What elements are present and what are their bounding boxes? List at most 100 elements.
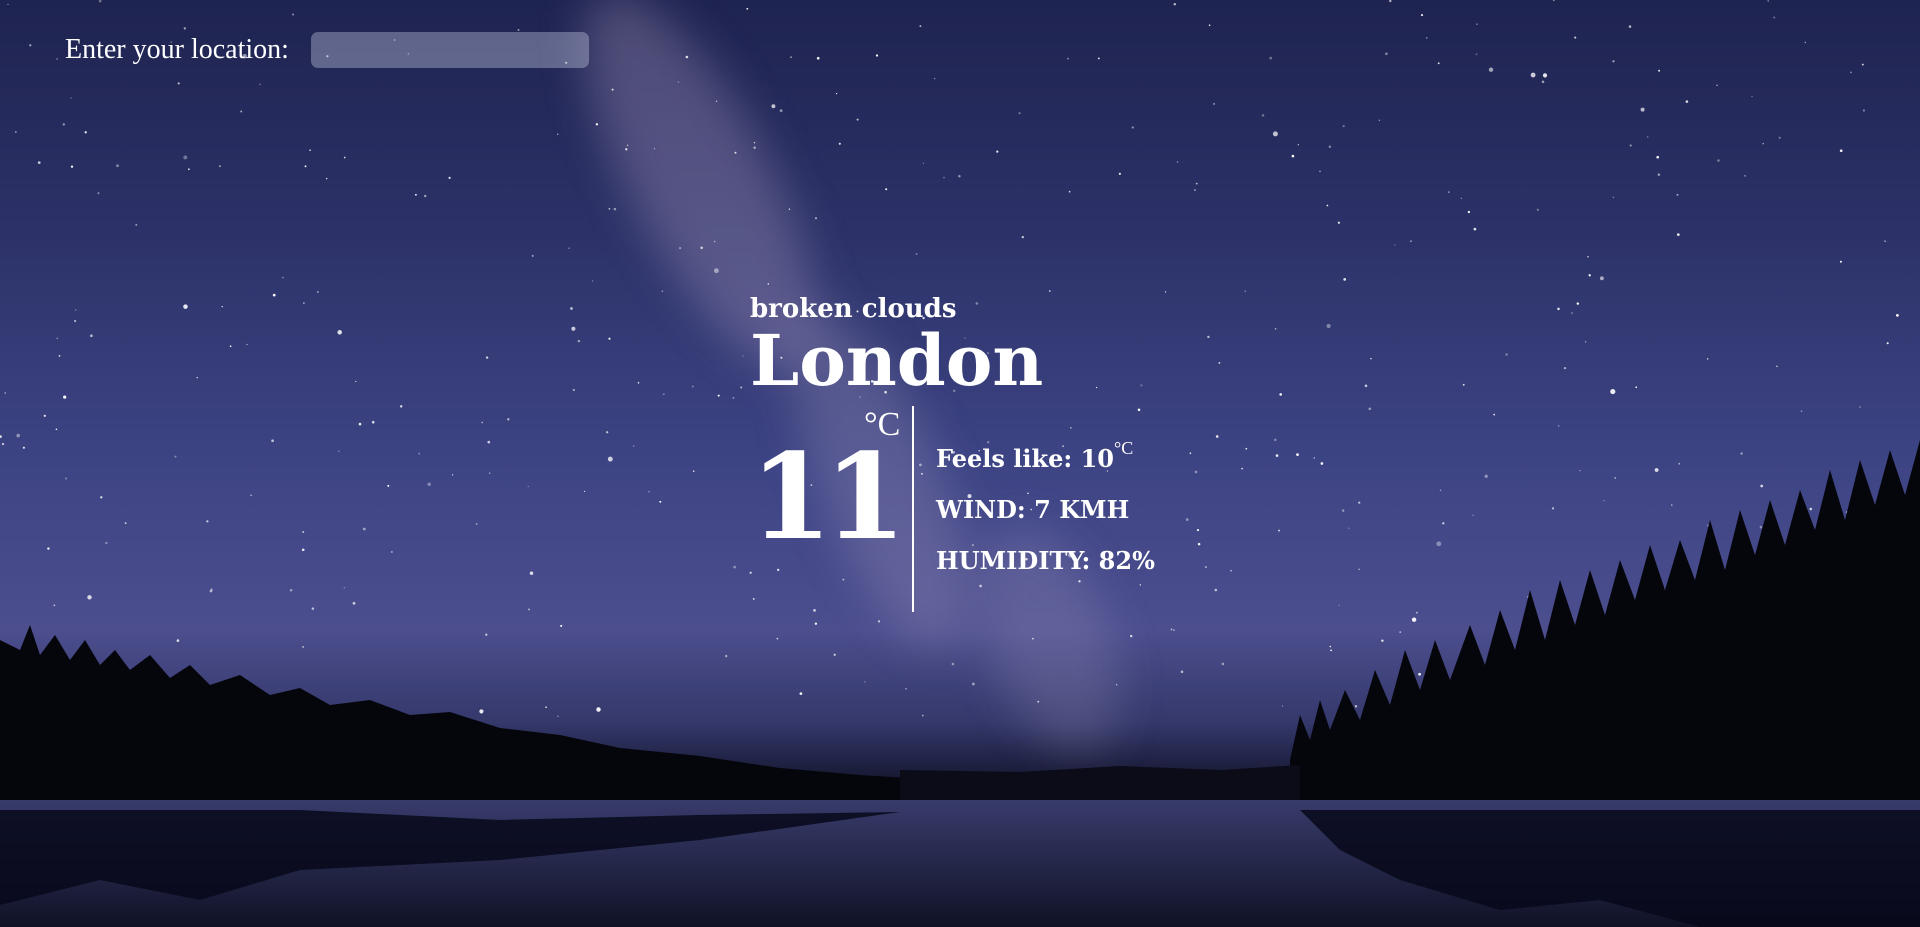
star xyxy=(1447,191,1450,193)
star xyxy=(1571,312,1573,314)
star xyxy=(196,376,198,379)
star xyxy=(87,595,92,600)
star xyxy=(116,164,119,168)
star xyxy=(1018,112,1021,115)
star xyxy=(653,147,656,150)
star xyxy=(753,146,756,149)
star xyxy=(1425,37,1428,39)
star xyxy=(1896,314,1899,317)
star xyxy=(479,709,484,714)
star xyxy=(996,150,999,153)
star xyxy=(1173,2,1177,6)
star xyxy=(972,682,975,686)
star xyxy=(607,456,613,462)
star xyxy=(1558,425,1560,427)
star xyxy=(1656,155,1660,159)
star xyxy=(1068,190,1071,193)
star xyxy=(1436,541,1442,547)
star xyxy=(678,246,682,250)
star xyxy=(176,639,180,642)
star xyxy=(1530,72,1536,78)
star xyxy=(358,422,362,426)
star xyxy=(1476,23,1478,25)
star xyxy=(22,446,26,449)
star xyxy=(338,450,340,452)
star xyxy=(1194,189,1196,191)
star xyxy=(1809,507,1813,511)
star xyxy=(746,7,749,10)
star xyxy=(1676,193,1679,196)
star xyxy=(799,692,803,695)
star xyxy=(1189,452,1192,454)
location-input[interactable] xyxy=(310,32,589,68)
star xyxy=(1420,14,1424,17)
star xyxy=(1587,255,1589,258)
star xyxy=(662,393,665,396)
star xyxy=(337,330,342,335)
star xyxy=(272,293,276,297)
star xyxy=(531,254,534,257)
star xyxy=(70,165,74,168)
star xyxy=(1657,173,1661,176)
star xyxy=(1196,529,1200,532)
star xyxy=(556,133,559,135)
star xyxy=(1,442,5,446)
star xyxy=(856,118,859,121)
star xyxy=(1348,527,1350,529)
star xyxy=(1584,341,1587,343)
feels-like-text: Feels like: 10 xyxy=(936,443,1114,473)
star xyxy=(97,192,100,195)
star xyxy=(779,109,783,112)
star xyxy=(229,345,232,348)
star xyxy=(1484,474,1488,478)
star xyxy=(905,687,907,690)
star xyxy=(517,28,520,31)
star xyxy=(833,653,836,656)
star xyxy=(1279,393,1283,396)
star xyxy=(1097,57,1100,60)
star xyxy=(1164,291,1167,293)
star xyxy=(1278,529,1280,532)
weather-panel: broken clouds London °C 11 Feels like: 1… xyxy=(750,296,1155,612)
star xyxy=(317,291,319,293)
star xyxy=(427,482,431,487)
star xyxy=(915,253,918,255)
star xyxy=(1804,41,1807,44)
star xyxy=(1411,617,1417,622)
star xyxy=(1180,670,1184,674)
star xyxy=(1678,462,1681,465)
star xyxy=(1330,649,1332,652)
star xyxy=(608,337,611,340)
star xyxy=(1473,227,1477,231)
star xyxy=(1685,100,1689,103)
star xyxy=(1839,260,1842,263)
star xyxy=(1706,358,1709,360)
star xyxy=(1131,126,1134,129)
star xyxy=(282,276,284,279)
star xyxy=(1776,365,1778,368)
star xyxy=(611,88,614,91)
star xyxy=(100,496,103,499)
star xyxy=(1173,629,1175,631)
star xyxy=(311,607,315,610)
star xyxy=(1462,383,1465,386)
star xyxy=(53,604,56,607)
star xyxy=(352,601,356,605)
star xyxy=(1378,119,1381,122)
star xyxy=(1505,353,1508,356)
star xyxy=(595,123,599,126)
star xyxy=(608,207,611,210)
star xyxy=(1778,136,1781,139)
star xyxy=(921,714,924,717)
star xyxy=(1744,175,1746,177)
star xyxy=(864,681,866,683)
star xyxy=(1646,136,1649,138)
star xyxy=(528,608,530,611)
star xyxy=(289,588,293,592)
star xyxy=(742,355,744,357)
star xyxy=(717,394,720,397)
star xyxy=(98,0,102,3)
star xyxy=(246,343,248,346)
star xyxy=(529,571,534,575)
star xyxy=(951,662,955,666)
